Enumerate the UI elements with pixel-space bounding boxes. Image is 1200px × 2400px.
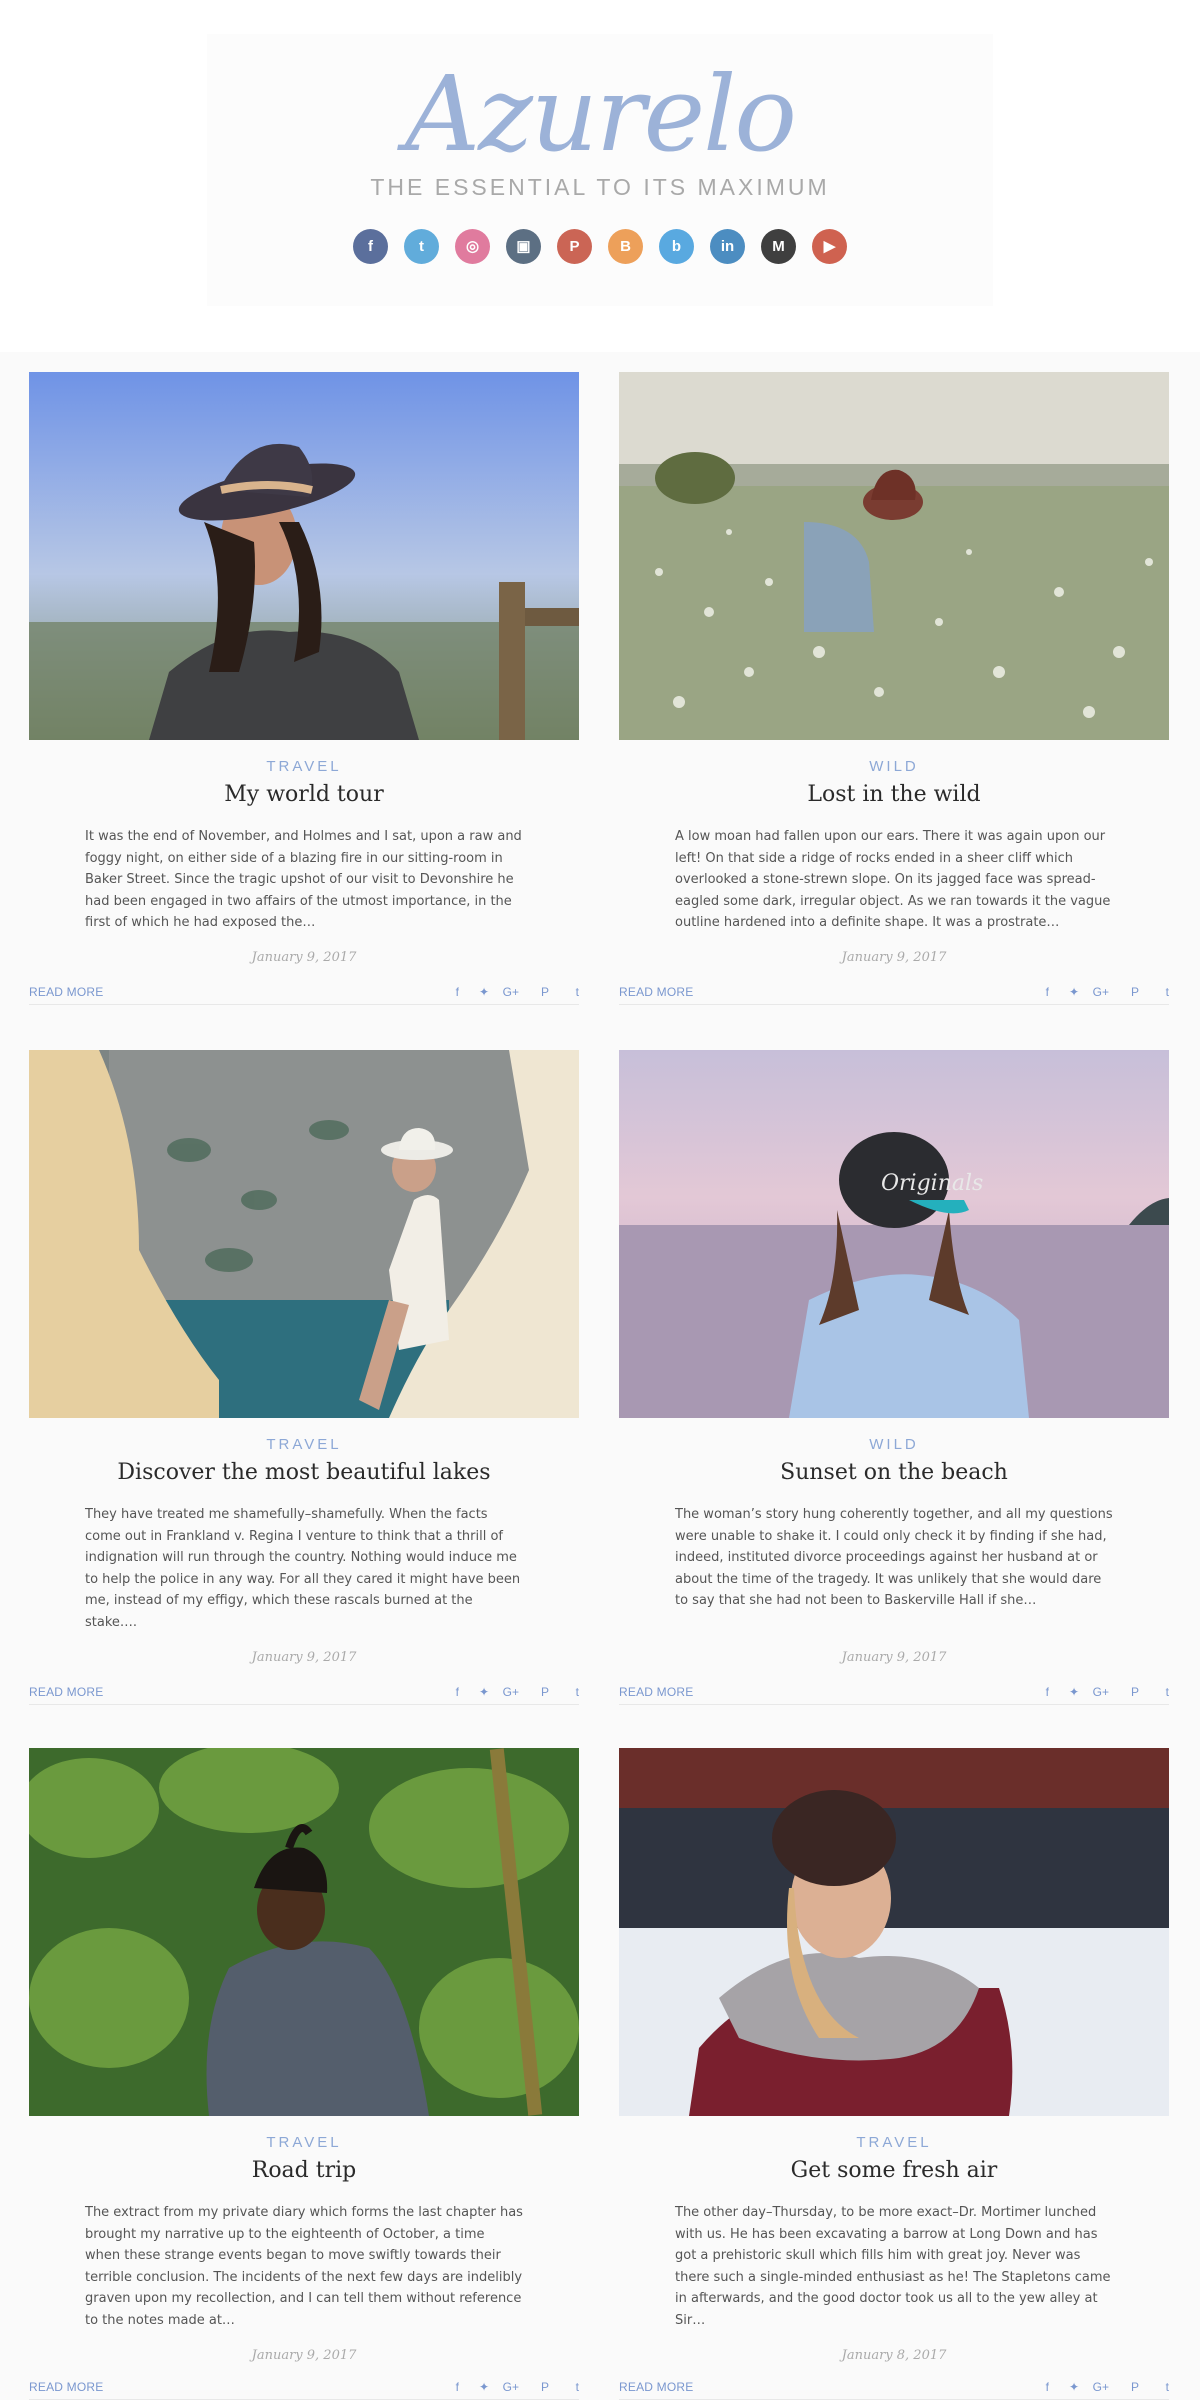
- pinterest-icon[interactable]: P: [1109, 1685, 1139, 1699]
- post-footer: READ MORE f ✦ G+ Pt: [619, 985, 1169, 1005]
- post-category[interactable]: TRAVEL: [29, 758, 579, 775]
- post-footer: READ MORE f ✦ G+ Pt: [29, 2380, 579, 2400]
- post-image[interactable]: [29, 1050, 579, 1418]
- twitter-icon[interactable]: ✦: [1049, 2380, 1079, 2394]
- social-links: f t ◎ ▣ P Bb in M ▶: [207, 229, 993, 264]
- post-category[interactable]: WILD: [619, 1436, 1169, 1453]
- site-header: Azurelo THE ESSENTIAL TO ITS MAXIMUM f t ◎…: [0, 0, 1200, 352]
- pinterest-icon[interactable]: P: [1109, 2380, 1139, 2394]
- post-title[interactable]: Discover the most beautiful lakes: [29, 1460, 579, 1485]
- post-date: January 9, 2017: [251, 950, 357, 965]
- post-title[interactable]: Sunset on the beach: [619, 1460, 1169, 1485]
- dribbble-icon[interactable]: ◎: [455, 229, 490, 264]
- share-icons: f ✦ G+ Pt: [1019, 985, 1169, 999]
- read-more-link[interactable]: READ MORE: [29, 2380, 103, 2394]
- blogger-icon[interactable]: B: [608, 229, 643, 264]
- facebook-icon[interactable]: f: [429, 1685, 459, 1699]
- twitter-icon[interactable]: t: [404, 229, 439, 264]
- post-date: January 9, 2017: [251, 1650, 357, 1665]
- tumblr-icon[interactable]: t: [1139, 2380, 1169, 2394]
- pinterest-icon[interactable]: P: [557, 229, 592, 264]
- tumblr-icon[interactable]: t: [1139, 985, 1169, 999]
- facebook-icon[interactable]: f: [1019, 2380, 1049, 2394]
- post-excerpt: The other day–Thursday, to be more exact…: [675, 2205, 1111, 2328]
- google-plus-icon[interactable]: G+: [1079, 2380, 1109, 2394]
- post-footer: READ MORE f ✦ G+ Pt: [619, 2380, 1169, 2400]
- header-box: Azurelo THE ESSENTIAL TO ITS MAXIMUM f t ◎…: [207, 34, 993, 306]
- post-title[interactable]: Get some fresh air: [619, 2158, 1169, 2183]
- twitter-icon[interactable]: ✦: [459, 2380, 489, 2394]
- post-excerpt: A low moan had fallen upon our ears. The…: [675, 829, 1111, 930]
- post-category[interactable]: TRAVEL: [29, 1436, 579, 1453]
- tumblr-icon[interactable]: t: [549, 985, 579, 999]
- pinterest-icon[interactable]: P: [1109, 985, 1139, 999]
- twitter-icon[interactable]: ✦: [459, 1685, 489, 1699]
- tumblr-icon[interactable]: t: [549, 2380, 579, 2394]
- post-footer: READ MORE f ✦ G+ Pt: [619, 1685, 1169, 1705]
- instagram-icon[interactable]: ▣: [506, 229, 541, 264]
- post-excerpt: They have treated me shamefully–shameful…: [85, 1507, 521, 1630]
- behance-icon[interactable]: b: [659, 229, 694, 264]
- facebook-icon[interactable]: f: [353, 229, 388, 264]
- post-date: January 9, 2017: [251, 2348, 357, 2363]
- google-plus-icon[interactable]: G+: [489, 985, 519, 999]
- post-image[interactable]: [619, 372, 1169, 740]
- tumblr-icon[interactable]: t: [1139, 1685, 1169, 1699]
- twitter-icon[interactable]: ✦: [1049, 985, 1079, 999]
- share-icons: f ✦ G+ Pt: [1019, 2380, 1169, 2394]
- linkedin-icon[interactable]: in: [710, 229, 745, 264]
- pinterest-icon[interactable]: P: [519, 1685, 549, 1699]
- medium-icon[interactable]: M: [761, 229, 796, 264]
- post-footer: READ MORE f ✦ G+ Pt: [29, 985, 579, 1005]
- read-more-link[interactable]: READ MORE: [29, 1685, 103, 1699]
- twitter-icon[interactable]: ✦: [1049, 1685, 1079, 1699]
- post-title[interactable]: My world tour: [29, 782, 579, 807]
- twitter-icon[interactable]: ✦: [459, 985, 489, 999]
- share-icons: f ✦ G+ Pt: [429, 2380, 579, 2394]
- post-date: January 9, 2017: [841, 1650, 947, 1665]
- post-image[interactable]: [29, 1748, 579, 2116]
- post-excerpt: It was the end of November, and Holmes a…: [85, 829, 522, 930]
- share-icons: f ✦ G+ Pt: [1019, 1685, 1169, 1699]
- read-more-link[interactable]: READ MORE: [619, 1685, 693, 1699]
- tumblr-icon[interactable]: t: [549, 1685, 579, 1699]
- post-category[interactable]: TRAVEL: [29, 2134, 579, 2151]
- post-category[interactable]: TRAVEL: [619, 2134, 1169, 2151]
- post-excerpt: The woman’s story hung coherently togeth…: [675, 1507, 1113, 1608]
- read-more-link[interactable]: READ MORE: [619, 2380, 693, 2394]
- google-plus-icon[interactable]: G+: [1079, 985, 1109, 999]
- post-excerpt: The extract from my private diary which …: [85, 2205, 523, 2328]
- share-icons: f ✦ G+ Pt: [429, 1685, 579, 1699]
- google-plus-icon[interactable]: G+: [1079, 1685, 1109, 1699]
- post-footer: READ MORE f ✦ G+ Pt: [29, 1685, 579, 1705]
- post-category[interactable]: WILD: [619, 758, 1169, 775]
- post-title[interactable]: Road trip: [29, 2158, 579, 2183]
- site-logo[interactable]: Azurelo: [207, 54, 993, 174]
- post-title[interactable]: Lost in the wild: [619, 782, 1169, 807]
- post-date: January 9, 2017: [841, 950, 947, 965]
- post-image[interactable]: Originals: [619, 1050, 1169, 1418]
- svg-text:Originals: Originals: [881, 1171, 983, 1196]
- facebook-icon[interactable]: f: [429, 2380, 459, 2394]
- google-plus-icon[interactable]: G+: [489, 2380, 519, 2394]
- post-date: January 8, 2017: [841, 2348, 947, 2363]
- facebook-icon[interactable]: f: [1019, 1685, 1049, 1699]
- google-plus-icon[interactable]: G+: [489, 1685, 519, 1699]
- post-image[interactable]: [619, 1748, 1169, 2116]
- youtube-icon[interactable]: ▶: [812, 229, 847, 264]
- pinterest-icon[interactable]: P: [519, 2380, 549, 2394]
- facebook-icon[interactable]: f: [429, 985, 459, 999]
- share-icons: f ✦ G+ Pt: [429, 985, 579, 999]
- read-more-link[interactable]: READ MORE: [619, 985, 693, 999]
- facebook-icon[interactable]: f: [1019, 985, 1049, 999]
- site-tagline: THE ESSENTIAL TO ITS MAXIMUM: [370, 174, 830, 200]
- read-more-link[interactable]: READ MORE: [29, 985, 103, 999]
- pinterest-icon[interactable]: P: [519, 985, 549, 999]
- post-image[interactable]: [29, 372, 579, 740]
